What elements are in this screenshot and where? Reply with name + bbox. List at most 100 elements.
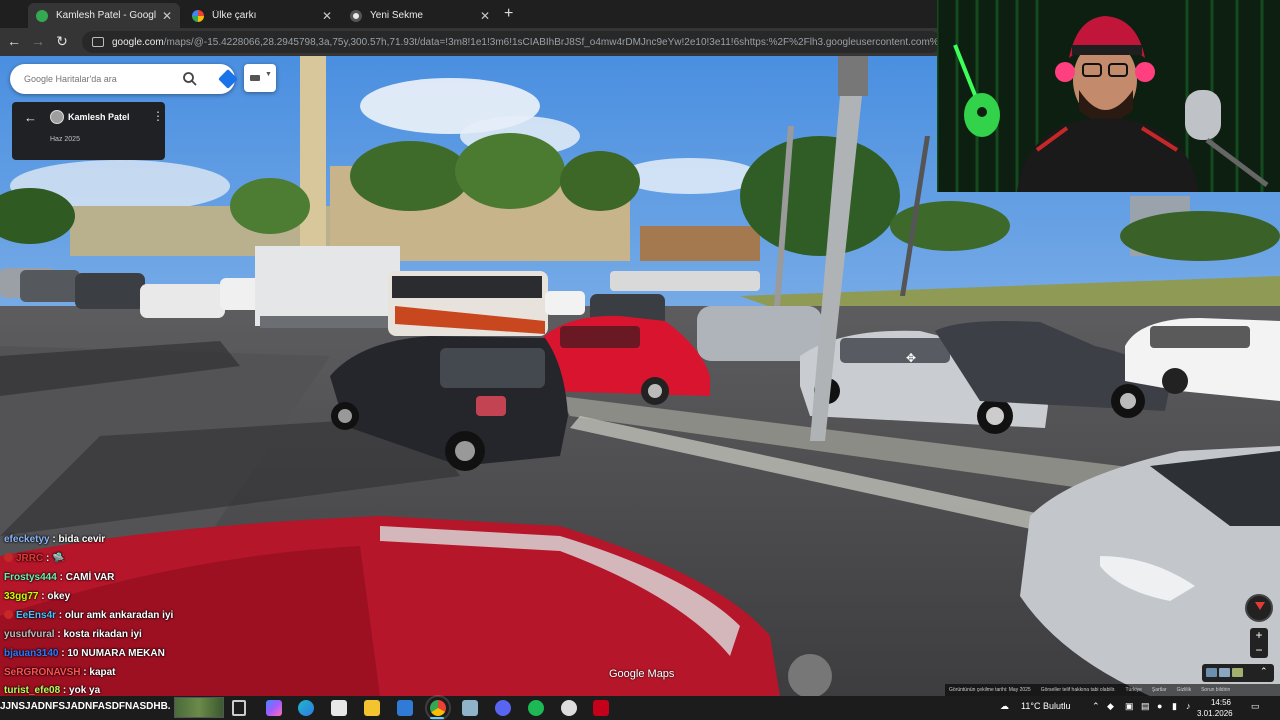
contributor-card: ← Kamlesh Patel ⋮ Haz 2025 bbox=[12, 102, 165, 160]
chat-message: Frostys444 : CAMİ VAR bbox=[4, 572, 115, 583]
chat-message: efecketyy : bida cevir bbox=[4, 534, 106, 545]
footer-copyright[interactable]: Görseller telif hakkına tabi olabilir. bbox=[1041, 687, 1116, 693]
footer-privacy[interactable]: Gizlilik bbox=[1177, 687, 1191, 693]
chrome-icon[interactable] bbox=[425, 695, 451, 720]
microphone-icon[interactable]: ● bbox=[1157, 701, 1162, 711]
active-app-indicator bbox=[430, 717, 444, 719]
new-tab-button[interactable]: + bbox=[504, 5, 513, 23]
obs-icon[interactable] bbox=[561, 700, 577, 716]
thumbnail-icon[interactable] bbox=[1206, 668, 1217, 677]
expand-up-icon[interactable]: ⌃ bbox=[1260, 666, 1268, 677]
tab-title: Kamlesh Patel - Google Haritalar bbox=[56, 10, 156, 21]
input-tools-button[interactable]: ▼ bbox=[244, 64, 276, 92]
system-clock[interactable]: 14:56 3.01.2026 bbox=[1197, 697, 1233, 719]
weather-text[interactable]: 11°C Bulutlu bbox=[1021, 701, 1070, 711]
capture-date: Haz 2025 bbox=[50, 136, 80, 143]
tab-wheel[interactable]: Ülke çarkı ✕ bbox=[184, 3, 340, 28]
site-settings-icon[interactable] bbox=[92, 37, 104, 47]
chevron-up-icon[interactable]: ⌃ bbox=[1092, 701, 1100, 712]
mail-icon[interactable] bbox=[397, 700, 413, 716]
chat-text: bida cevir bbox=[58, 534, 106, 545]
notification-icon[interactable]: ▭ bbox=[1251, 701, 1260, 712]
back-icon[interactable]: ← bbox=[5, 33, 23, 49]
clock-time: 14:56 bbox=[1210, 698, 1231, 707]
compass-button[interactable] bbox=[1245, 594, 1273, 622]
chat-user: turist_efe08 bbox=[4, 685, 61, 696]
battery-icon[interactable]: ▮ bbox=[1172, 701, 1177, 712]
weather-icon[interactable]: ☁ bbox=[1000, 701, 1009, 712]
chat-text: yok ya bbox=[69, 685, 101, 696]
tab-title: Yeni Sekme bbox=[370, 10, 423, 21]
chat-message: JRRC : 🛸 bbox=[4, 553, 65, 564]
close-icon[interactable]: ✕ bbox=[322, 9, 332, 23]
task-view-icon[interactable] bbox=[232, 700, 246, 716]
back-arrow-icon[interactable]: ← bbox=[24, 110, 37, 125]
svg-text:✥: ✥ bbox=[906, 351, 916, 365]
imagery-strip[interactable]: ⌃ bbox=[1202, 664, 1274, 682]
copilot-icon[interactable] bbox=[266, 700, 282, 716]
chrome-globe-icon bbox=[192, 9, 204, 22]
window-thumbnail[interactable] bbox=[174, 697, 224, 718]
webcam-graphic bbox=[937, 0, 1280, 192]
chat-user: efecketyy bbox=[4, 534, 50, 545]
folder-icon[interactable] bbox=[364, 700, 380, 716]
url-host: google.com bbox=[112, 36, 164, 48]
tab-new[interactable]: Yeni Sekme ✕ bbox=[342, 3, 498, 28]
maps-search-box[interactable] bbox=[10, 64, 238, 94]
contributor-name[interactable]: Kamlesh Patel bbox=[68, 112, 130, 122]
chat-user: yusufvural bbox=[4, 629, 55, 640]
tray-app-icon[interactable]: ◆ bbox=[1107, 701, 1114, 712]
chat-message: 33gg77 : okey bbox=[4, 591, 71, 602]
more-vert-icon[interactable]: ⋮ bbox=[152, 109, 164, 123]
close-icon[interactable]: ✕ bbox=[480, 9, 490, 23]
compass-needle-icon bbox=[1255, 602, 1265, 610]
spotify-icon[interactable] bbox=[528, 700, 544, 716]
edge-icon[interactable] bbox=[298, 700, 314, 716]
store-icon[interactable] bbox=[331, 700, 347, 716]
thumbnail-icon[interactable] bbox=[1232, 668, 1243, 677]
search-input[interactable] bbox=[24, 74, 174, 84]
voicemeeter-icon[interactable] bbox=[593, 700, 609, 716]
chat-message: SeRGRONAVSH : kapat bbox=[4, 667, 116, 678]
google-maps-watermark: Google Maps bbox=[609, 668, 675, 680]
reload-icon[interactable]: ↻ bbox=[53, 33, 71, 50]
thumbnail-icon[interactable] bbox=[1219, 668, 1230, 677]
discord-icon[interactable] bbox=[495, 700, 511, 716]
footer-report[interactable]: Sorun bildirin bbox=[1201, 687, 1230, 693]
tab-title: Ülke çarkı bbox=[212, 10, 257, 21]
chat-text: kosta rikadan iyi bbox=[63, 629, 142, 640]
stream-chat: efecketyy : bida cevir JRRC : 🛸 Frostys4… bbox=[0, 530, 380, 698]
footer-terms[interactable]: Şartlar bbox=[1152, 687, 1167, 693]
search-icon[interactable] bbox=[182, 71, 198, 87]
chat-message: bjauan3140 : 10 NUMARA MEKAN bbox=[4, 648, 165, 659]
footer-region[interactable]: Türkiye bbox=[1125, 687, 1141, 693]
network-icon[interactable]: ▤ bbox=[1141, 701, 1150, 712]
chat-user: EeEns4r bbox=[16, 610, 57, 621]
close-icon[interactable]: ✕ bbox=[162, 9, 172, 23]
chat-text: 10 NUMARA MEKAN bbox=[67, 648, 165, 659]
forward-icon[interactable]: → bbox=[29, 33, 47, 49]
maps-pin-icon bbox=[36, 9, 48, 22]
chat-user: JRRC bbox=[16, 553, 44, 564]
chat-text: olur amk ankaradan iyi bbox=[64, 610, 174, 621]
chat-user: bjauan3140 bbox=[4, 648, 59, 659]
avatar[interactable] bbox=[50, 110, 64, 124]
streamer-webcam bbox=[937, 0, 1280, 192]
tray-app-icon[interactable]: ▣ bbox=[1125, 701, 1134, 712]
taskbar: JJNSJADNFSJADNFASDFNASDHB. ☁ 11°C Bulutl… bbox=[0, 695, 1280, 720]
address-bar[interactable]: google.com/maps/@-15.4228066,28.2945798,… bbox=[82, 31, 942, 53]
chat-text: okey bbox=[47, 591, 71, 602]
badge-icon bbox=[4, 553, 13, 562]
notes-icon[interactable] bbox=[462, 700, 478, 716]
zoom-in-button[interactable]: + bbox=[1250, 628, 1268, 643]
volume-icon[interactable]: ♪ bbox=[1186, 701, 1191, 711]
url-path: /maps/@-15.4228066,28.2945798,3a,75y,300… bbox=[163, 36, 942, 48]
tab-maps[interactable]: Kamlesh Patel - Google Haritalar ✕ bbox=[28, 3, 180, 28]
keyboard-icon bbox=[250, 75, 260, 81]
clock-date: 3.01.2026 bbox=[1197, 709, 1233, 718]
taskbar-window-title[interactable]: JJNSJADNFSJADNFASDFNASDHB. bbox=[0, 701, 171, 712]
chat-text: CAMİ VAR bbox=[65, 572, 115, 583]
chat-text: 🛸 bbox=[52, 553, 65, 564]
chat-message: turist_efe08 : yok ya bbox=[4, 685, 101, 696]
zoom-out-button[interactable]: − bbox=[1250, 643, 1268, 658]
